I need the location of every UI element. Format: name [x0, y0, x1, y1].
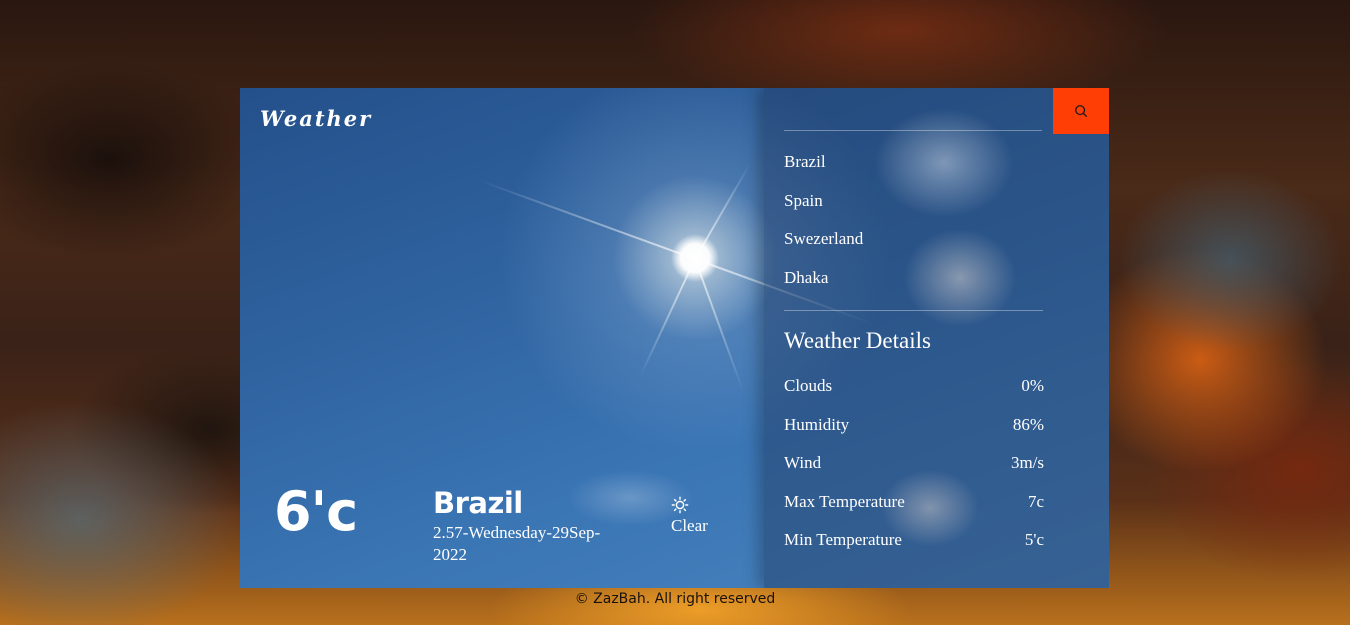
detail-row-wind: Wind 3m/s [784, 451, 1044, 490]
detail-value: 3m/s [1010, 453, 1044, 472]
current-location: Brazil 2.57-Wednesday-29Sep-2022 [433, 486, 633, 566]
sun-ray [478, 179, 696, 260]
sun-icon [671, 496, 689, 514]
details-title: Weather Details [784, 328, 931, 353]
search-icon [1075, 105, 1087, 117]
current-temperature: 6'c [274, 480, 358, 543]
detail-value: 0% [1021, 376, 1044, 395]
weather-condition: Clear [671, 496, 708, 536]
detail-label: Wind [784, 453, 822, 472]
search-button[interactable] [1053, 88, 1109, 134]
divider [784, 310, 1043, 311]
city-item-spain[interactable]: Spain [784, 189, 863, 228]
detail-value: 5'c [1024, 530, 1044, 549]
date-time: 2.57-Wednesday-29Sep-2022 [433, 523, 601, 564]
detail-row-clouds: Clouds 0% [784, 374, 1044, 413]
detail-value: 7c [1027, 491, 1044, 511]
details-list: Clouds 0% Humidity 86% Wind 3m/s Max Tem… [784, 374, 1044, 567]
side-panel: Brazil Spain Swezerland Dhaka Weather De… [764, 88, 1109, 588]
footer-copyright: © ZazBah. All right reserved [574, 591, 776, 607]
condition-label: Clear [671, 516, 708, 535]
detail-value: 86% [1012, 414, 1044, 434]
search-input[interactable] [784, 96, 1042, 131]
city-item-brazil[interactable]: Brazil [784, 150, 863, 189]
sun-ray [694, 258, 744, 391]
detail-label: Humidity [784, 414, 850, 434]
city-name: Brazil [433, 486, 523, 520]
detail-row-min-temperature: Min Temperature 5'c [784, 528, 1044, 567]
detail-label: Min Temperature [784, 530, 902, 549]
app-logo: Weather [260, 106, 373, 131]
detail-label: Max Temperature [784, 491, 905, 511]
sun-ray [694, 163, 751, 260]
weather-card: Weather 6'c Brazil 2.57-Wednesday-29Sep-… [240, 88, 1109, 588]
city-item-dhaka[interactable]: Dhaka [784, 266, 863, 305]
sun-ray [639, 258, 696, 378]
city-item-swezerland[interactable]: Swezerland [784, 227, 863, 266]
detail-row-humidity: Humidity 86% [784, 413, 1044, 452]
city-list: Brazil Spain Swezerland Dhaka [784, 150, 863, 304]
detail-label: Clouds [784, 376, 833, 395]
detail-row-max-temperature: Max Temperature 7c [784, 490, 1044, 529]
